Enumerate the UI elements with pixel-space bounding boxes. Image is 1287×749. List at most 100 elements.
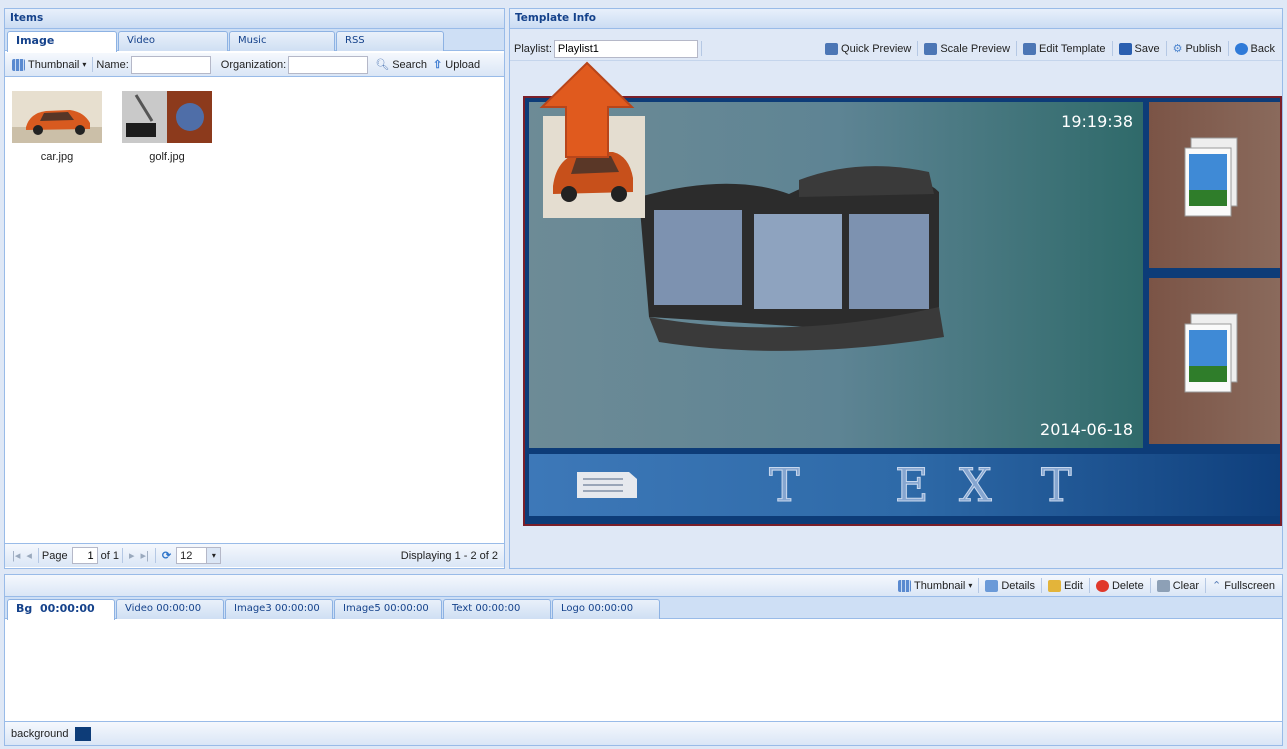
tab-rss[interactable]: RSS [336,31,444,51]
quick-preview-label: Quick Preview [841,42,912,55]
refresh-icon[interactable]: ⟳ [159,549,174,562]
edit-label: Edit [1063,579,1083,592]
tab-text[interactable]: Text 00:00:00 [443,599,551,619]
save-label: Save [1134,42,1160,55]
tab-image[interactable]: Image [7,31,117,52]
items-tabbar: Image Video Music RSS [5,29,504,52]
tab-music[interactable]: Music [229,31,335,51]
double-chevron-up-icon: ⌃ [1212,580,1222,592]
search-button[interactable]: 🔍︎ Search [372,58,430,72]
view-mode-button[interactable]: Thumbnail ▾ [9,58,89,71]
tab-video-zone[interactable]: Video 00:00:00 [116,599,224,619]
tab-time: 00:00:00 [475,603,521,614]
delete-icon [1095,579,1109,592]
tab-logo[interactable]: Logo 00:00:00 [552,599,660,619]
fullscreen-label: Fullscreen [1224,579,1275,592]
details-label: Details [1001,579,1035,592]
banner-letter: X [959,458,993,513]
image-zone-bottom[interactable] [1149,278,1280,444]
image-zone-top[interactable] [1149,102,1280,268]
thumbnail-view-button[interactable]: Thumbnail ▾ [895,579,975,592]
bottom-toolbar: Thumbnail ▾ Details Edit Delete Clear ⌃ … [5,575,1282,597]
separator [1227,41,1229,56]
bottom-panel: Thumbnail ▾ Details Edit Delete Clear ⌃ … [4,574,1283,746]
tab-label: Video [125,603,154,614]
upload-button[interactable]: ⇧ Upload [430,58,483,72]
tab-image3[interactable]: Image3 00:00:00 [225,599,333,619]
upload-icon: ⇧ [433,59,443,71]
page-number-input[interactable] [71,547,98,564]
items-toolbar: Thumbnail ▾ Name: Organization: 🔍︎ Searc… [5,53,504,77]
playlist-input[interactable] [553,39,698,58]
separator [978,578,980,593]
search-icon: 🔍︎ [375,59,390,71]
chevron-down-icon: ▾ [968,581,973,590]
banner-letter: E [895,458,930,513]
tab-label: Image3 [234,603,272,614]
tab-image5[interactable]: Image5 00:00:00 [334,599,442,619]
organization-search-input[interactable] [288,55,369,74]
scale-preview-label: Scale Preview [940,42,1011,55]
first-page-icon[interactable]: |◂ [9,549,23,562]
clear-button[interactable]: Clear [1154,579,1202,592]
file-item-car[interactable]: car.jpg [7,91,107,163]
tab-label: Image5 [343,603,381,614]
items-panel: Items Image Video Music RSS Thumbnail ▾ … [4,8,505,569]
back-button[interactable]: Back [1232,42,1278,55]
separator [154,548,156,563]
tab-bg[interactable]: Bg 00:00:00 [7,599,115,620]
page-size-value: 12 [180,549,193,562]
fullscreen-button[interactable]: ⌃ Fullscreen [1209,579,1278,593]
separator [37,548,39,563]
up-arrow-icon [539,61,635,158]
pager-toolbar: |◂ ◂ Page of 1 ▸ ▸| ⟳ 12 ▾ Displaying 1 … [5,543,504,567]
clock-time: 19:19:38 [1061,112,1133,131]
back-label: Back [1250,42,1275,55]
zone-content-area [5,620,1282,720]
upload-button-label: Upload [445,58,481,71]
search-button-label: Search [392,58,428,71]
zone-tabbar: Bg 00:00:00 Video 00:00:00 Image3 00:00:… [5,597,1282,620]
tab-video[interactable]: Video [118,31,228,51]
save-button[interactable]: Save [1116,42,1163,55]
file-name: car.jpg [40,151,74,163]
status-label: background [11,727,69,740]
banner-letter: T [769,458,801,513]
tab-time: 00:00:00 [274,603,320,614]
tab-time: 00:00:00 [39,602,95,615]
floppy-disk-icon [1118,42,1132,55]
clear-label: Clear [1172,579,1200,592]
separator [1040,578,1042,593]
prev-page-icon[interactable]: ◂ [23,549,35,562]
separator [917,41,919,56]
next-page-icon[interactable]: ▸ [126,549,138,562]
scale-preview-button[interactable]: Scale Preview [921,42,1013,55]
delete-button[interactable]: Delete [1093,579,1147,592]
clock-date: 2014-06-18 [1040,420,1133,439]
details-button[interactable]: Details [982,579,1038,592]
tab-time: 00:00:00 [156,603,202,614]
file-item-golf[interactable]: golf.jpg [117,91,217,163]
last-page-icon[interactable]: ▸| [138,549,152,562]
chevron-down-icon: ▾ [206,548,221,563]
background-color-swatch[interactable] [74,726,91,741]
separator [1205,578,1207,593]
edit-template-button[interactable]: Edit Template [1020,42,1108,55]
page-size-select[interactable]: 12 ▾ [176,547,222,564]
thumbnail-label: Thumbnail [913,579,966,592]
tab-time: 00:00:00 [588,603,634,614]
edit-button[interactable]: Edit [1045,579,1086,592]
status-bar: background [5,721,1282,745]
text-zone[interactable]: T E X T [529,454,1280,516]
quick-preview-button[interactable]: Quick Preview [822,42,914,55]
delete-label: Delete [1111,579,1144,592]
publish-icon: ⚙ [1172,43,1183,55]
back-arrow-icon [1234,42,1248,55]
golf-thumbnail-icon [122,91,212,143]
displaying-text: Displaying 1 - 2 of 2 [400,549,498,562]
tab-time: 00:00:00 [383,603,429,614]
publish-button[interactable]: ⚙ Publish [1170,42,1225,56]
chevron-down-icon: ▾ [82,60,87,69]
name-search-input[interactable] [130,55,211,74]
details-icon [985,579,999,592]
